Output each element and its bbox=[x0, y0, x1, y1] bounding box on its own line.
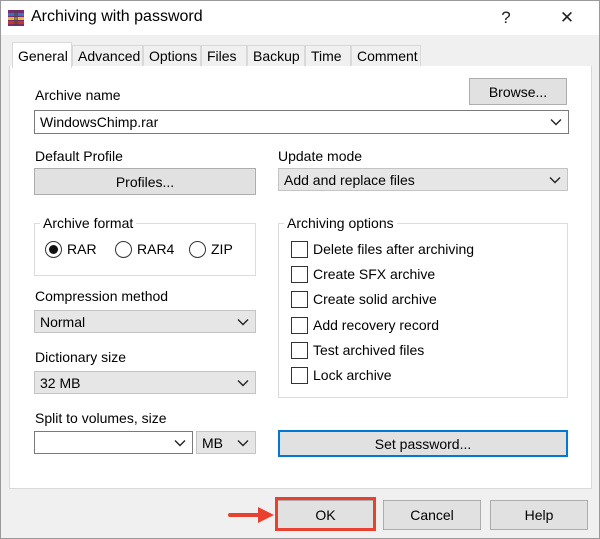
close-icon: ✕ bbox=[559, 8, 575, 27]
update-mode-value: Add and replace files bbox=[284, 171, 415, 188]
tab-options[interactable]: Options bbox=[143, 45, 201, 67]
profiles-button[interactable]: Profiles... bbox=[34, 168, 256, 195]
recovery-record-label[interactable]: Add recovery record bbox=[313, 317, 439, 333]
cancel-button[interactable]: Cancel bbox=[383, 500, 481, 530]
checkbox-create-sfx[interactable] bbox=[291, 266, 308, 283]
archiving-options-label: Archiving options bbox=[284, 215, 397, 231]
chevron-down-icon bbox=[237, 439, 249, 446]
compression-method-label: Compression method bbox=[35, 288, 169, 304]
set-password-button[interactable]: Set password... bbox=[278, 430, 568, 457]
split-unit-select[interactable]: MB bbox=[196, 431, 256, 454]
checkbox-test-files[interactable] bbox=[291, 342, 308, 359]
radio-zip-label[interactable]: ZIP bbox=[211, 241, 233, 257]
question-mark-icon: ? bbox=[501, 8, 511, 27]
compression-method-select[interactable]: Normal bbox=[34, 310, 256, 333]
split-volumes-label: Split to volumes, size bbox=[35, 410, 167, 426]
radio-zip[interactable] bbox=[189, 241, 206, 258]
annotation-arrow-icon bbox=[228, 507, 274, 523]
split-size-input[interactable] bbox=[34, 431, 193, 454]
close-window-button[interactable]: ✕ bbox=[549, 4, 585, 32]
dictionary-size-value: 32 MB bbox=[40, 374, 81, 391]
update-mode-label: Update mode bbox=[278, 148, 363, 164]
dictionary-size-select[interactable]: 32 MB bbox=[34, 371, 256, 394]
ok-button[interactable]: OK bbox=[277, 500, 374, 530]
browse-button[interactable]: Browse... bbox=[469, 78, 567, 105]
radio-rar[interactable] bbox=[45, 241, 62, 258]
checkbox-recovery-record[interactable] bbox=[291, 317, 308, 334]
winrar-archive-icon bbox=[8, 10, 24, 26]
tab-files[interactable]: Files bbox=[201, 45, 247, 67]
test-files-label[interactable]: Test archived files bbox=[313, 342, 424, 358]
checkbox-delete-files[interactable] bbox=[291, 241, 308, 258]
archive-name-value: WindowsChimp.rar bbox=[40, 114, 159, 130]
radio-rar4-label[interactable]: RAR4 bbox=[137, 241, 174, 257]
tab-advanced[interactable]: Advanced bbox=[72, 45, 143, 67]
help-title-button[interactable]: ? bbox=[488, 4, 524, 32]
help-button[interactable]: Help bbox=[490, 500, 588, 530]
update-mode-select[interactable]: Add and replace files bbox=[278, 168, 568, 191]
chevron-down-icon bbox=[549, 176, 561, 183]
chevron-down-icon[interactable] bbox=[174, 439, 186, 447]
tab-general[interactable]: General bbox=[12, 42, 72, 68]
chevron-down-icon bbox=[237, 379, 249, 386]
radio-rar-label[interactable]: RAR bbox=[67, 241, 97, 257]
radio-rar4[interactable] bbox=[115, 241, 132, 258]
tab-backup[interactable]: Backup bbox=[247, 45, 305, 67]
archive-name-input[interactable]: WindowsChimp.rar bbox=[34, 110, 569, 134]
create-solid-label[interactable]: Create solid archive bbox=[313, 291, 437, 307]
create-sfx-label[interactable]: Create SFX archive bbox=[313, 266, 435, 282]
default-profile-label: Default Profile bbox=[35, 148, 123, 164]
checkbox-lock-archive[interactable] bbox=[291, 367, 308, 384]
archive-format-label: Archive format bbox=[40, 215, 137, 231]
tab-time[interactable]: Time bbox=[305, 45, 351, 67]
lock-archive-label[interactable]: Lock archive bbox=[313, 367, 392, 383]
delete-files-label[interactable]: Delete files after archiving bbox=[313, 241, 474, 257]
chevron-down-icon bbox=[237, 318, 249, 325]
tab-comment[interactable]: Comment bbox=[351, 45, 421, 67]
compression-method-value: Normal bbox=[40, 313, 86, 330]
archive-name-label: Archive name bbox=[35, 87, 121, 103]
chevron-down-icon[interactable] bbox=[550, 118, 562, 126]
split-unit-value: MB bbox=[202, 434, 223, 451]
dictionary-size-label: Dictionary size bbox=[35, 349, 127, 365]
window-title: Archiving with password bbox=[31, 8, 203, 25]
checkbox-create-solid[interactable] bbox=[291, 291, 308, 308]
